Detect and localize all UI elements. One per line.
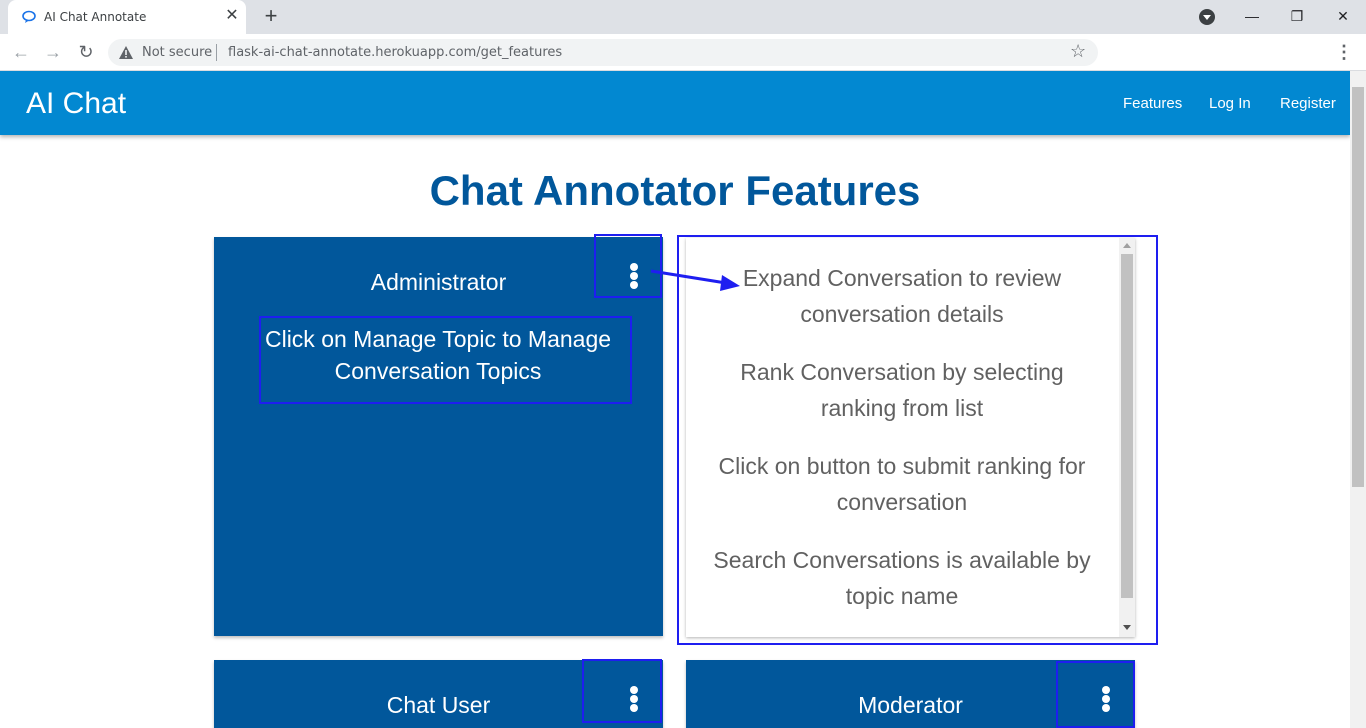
address-bar[interactable]: Not secure flask-ai-chat-annotate.heroku… [108, 39, 1098, 66]
page-viewport: AI Chat Features Log In Register Chat An… [0, 71, 1366, 728]
url-text[interactable]: flask-ai-chat-annotate.herokuapp.com/get… [228, 45, 562, 60]
forward-button[interactable]: → [42, 41, 64, 63]
nav-link-login[interactable]: Log In [1209, 95, 1251, 112]
reload-button[interactable]: ↻ [75, 41, 97, 63]
page-title: Chat Annotator Features [429, 167, 921, 214]
highlight-box [259, 316, 632, 404]
highlight-box [677, 235, 1158, 645]
restore-button[interactable]: ❐ [1283, 4, 1311, 28]
page-scrollbar[interactable] [1350, 71, 1366, 728]
back-button[interactable]: ← [10, 41, 32, 63]
address-divider [216, 44, 217, 61]
tab-close-icon[interactable]: ✕ [224, 8, 240, 24]
new-tab-button[interactable]: + [260, 5, 282, 28]
browser-tab-bar: AI Chat Annotate ✕ + — ❐ ✕ [0, 0, 1366, 34]
not-secure-label[interactable]: Not secure [142, 45, 212, 60]
page-scrollbar-thumb[interactable] [1352, 87, 1364, 487]
highlight-box [1056, 661, 1135, 728]
profile-menu-icon[interactable] [1199, 9, 1215, 25]
nav-link-features[interactable]: Features [1123, 95, 1182, 112]
chat-favicon-icon [22, 10, 36, 23]
browser-tab[interactable]: AI Chat Annotate ✕ [8, 0, 246, 34]
browser-menu-icon[interactable]: ⋮ [1334, 42, 1354, 62]
brand-logo[interactable]: AI Chat [26, 87, 126, 121]
browser-toolbar: ← → ↻ Not secure flask-ai-chat-annotate.… [0, 34, 1366, 71]
highlight-box [582, 659, 662, 723]
bookmark-star-icon[interactable]: ☆ [1070, 41, 1086, 62]
tab-title: AI Chat Annotate [44, 10, 147, 24]
window-close-button[interactable]: ✕ [1329, 4, 1357, 28]
nav-link-register[interactable]: Register [1280, 95, 1336, 112]
annotation-arrow-icon [650, 269, 740, 291]
minimize-button[interactable]: — [1238, 4, 1266, 28]
site-navbar: AI Chat Features Log In Register [0, 71, 1350, 135]
warning-icon [119, 46, 133, 59]
